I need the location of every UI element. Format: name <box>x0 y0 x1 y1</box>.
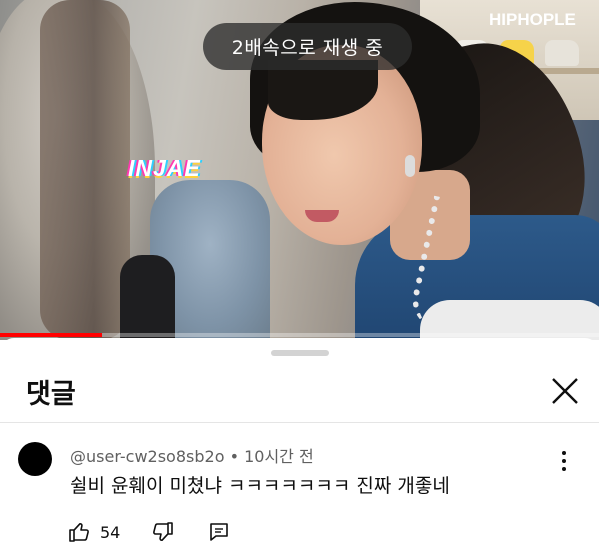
close-icon <box>552 378 578 404</box>
reply-button[interactable] <box>208 521 230 543</box>
more-options-button[interactable] <box>553 447 575 475</box>
playback-speed-text: 2배속으로 재생 중 <box>231 37 384 59</box>
name-caption: INJAE <box>128 155 201 181</box>
like-button[interactable]: 54 <box>68 520 120 544</box>
comments-title: 댓글 <box>26 379 76 410</box>
more-vert-icon <box>562 451 566 455</box>
comment-text: 쉴비 윤훼이 미쳤냐 ㅋㅋㅋㅋㅋㅋㅋ 진짜 개좋네 <box>70 475 450 497</box>
reply-icon <box>210 523 229 541</box>
meta-separator: • <box>224 447 245 466</box>
channel-logo: HIPHOPLE <box>489 10 576 29</box>
comment-time: 10시간 전 <box>244 447 314 466</box>
comments-panel: 댓글 @user-cw2so8sb2o • 10시간 전 쉴비 윤훼이 미쳤냐 … <box>0 338 599 557</box>
earring <box>405 155 415 177</box>
playback-speed-indicator: 2배속으로 재생 중 <box>203 23 412 70</box>
progress-bar[interactable] <box>0 333 599 337</box>
progress-bar-played <box>0 333 102 337</box>
blurred-hair <box>40 0 130 340</box>
thumbs-down-icon <box>153 522 174 541</box>
avatar[interactable] <box>18 442 52 476</box>
thumbs-up-icon <box>69 523 89 542</box>
comment-meta: @user-cw2so8sb2o • 10시간 전 <box>70 443 314 467</box>
comment-item: @user-cw2so8sb2o • 10시간 전 쉴비 윤훼이 미쳤냐 ㅋㅋㅋ… <box>0 423 599 553</box>
dislike-button[interactable] <box>150 520 174 544</box>
background-shoe <box>545 40 579 66</box>
close-button[interactable] <box>546 372 584 410</box>
comment-actions: 54 <box>68 518 230 546</box>
comment-author[interactable]: @user-cw2so8sb2o <box>70 447 224 466</box>
microphone <box>120 255 175 340</box>
like-count: 54 <box>100 522 121 542</box>
video-player[interactable]: INJAE HIPHOPLE 2배속으로 재생 중 <box>0 0 599 340</box>
drag-handle[interactable] <box>271 350 329 356</box>
